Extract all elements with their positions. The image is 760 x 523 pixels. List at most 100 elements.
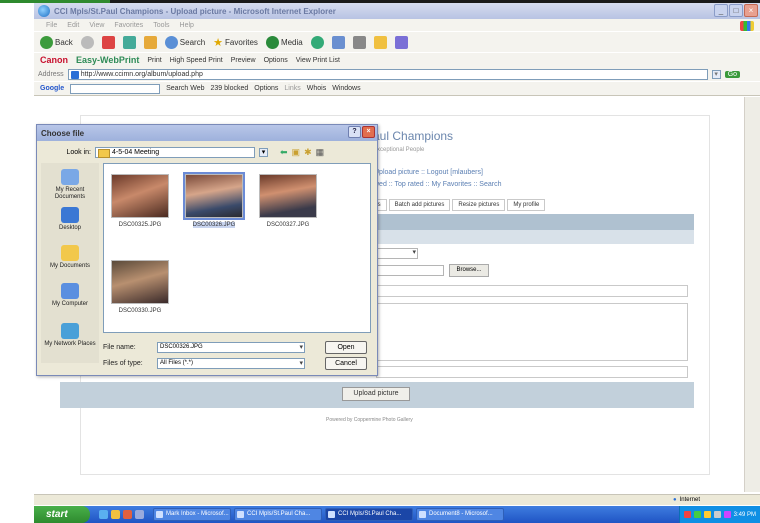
tray-icon[interactable] [723, 511, 731, 518]
cancel-button[interactable]: Cancel [325, 357, 367, 370]
folder-quicklaunch-icon[interactable] [111, 510, 120, 519]
tab-my-profile[interactable]: My profile [507, 199, 546, 211]
start-button[interactable]: start [34, 506, 90, 523]
status-zone: Internet [679, 497, 700, 503]
place-network[interactable]: My Network Places [41, 323, 99, 348]
task-cci-1[interactable]: CCI Mpls/St.Paul Cha... [234, 508, 322, 521]
canon-toolbar: Canon Easy-WebPrint Print High Speed Pri… [34, 53, 760, 67]
search-button[interactable]: Search [164, 35, 205, 49]
system-tray: 3:49 PM [678, 506, 760, 523]
open-button[interactable]: Open [325, 341, 367, 354]
window-title: CCI Mpls/St.Paul Champions - Upload pict… [54, 6, 336, 16]
place-recent[interactable]: My Recent Documents [41, 169, 99, 201]
whois-link[interactable]: Whois [307, 85, 326, 92]
tray-icon[interactable] [703, 511, 711, 518]
look-in-dropdown-icon[interactable]: ▾ [259, 148, 268, 157]
menu-help[interactable]: Help [180, 22, 194, 29]
task-cci-2-active[interactable]: CCI Mpls/St.Paul Cha... [325, 508, 413, 521]
refresh-icon[interactable] [122, 35, 136, 49]
google-search-input[interactable] [70, 83, 161, 94]
home-icon[interactable] [143, 35, 157, 49]
print-icon[interactable] [352, 35, 366, 49]
place-my-computer[interactable]: My Computer [41, 283, 99, 308]
description-textarea[interactable] [376, 303, 688, 361]
look-in-row: Look in: 4-5-04 Meeting ▾ ⬅ ▣ ✱ ▦ [47, 147, 324, 158]
network-places-icon [61, 323, 79, 339]
keywords-input[interactable] [376, 366, 688, 378]
easy-webprint-label[interactable]: Easy-WebPrint [76, 55, 139, 65]
file-thumbnail-selected[interactable]: DSC00326.JPG [183, 172, 245, 228]
choose-file-dialog: Choose file ? × Look in: 4-5-04 Meeting … [36, 124, 378, 376]
address-dropdown-icon[interactable]: ▾ [711, 69, 721, 79]
menu-edit[interactable]: Edit [67, 22, 79, 29]
popup-blocked-button[interactable]: 239 blocked [211, 85, 249, 92]
high-speed-print-button[interactable]: High Speed Print [170, 57, 223, 64]
album-select[interactable] [376, 248, 418, 259]
desktop-quicklaunch-icon[interactable] [135, 510, 144, 519]
minimize-button[interactable]: _ [714, 4, 728, 17]
dialog-help-button[interactable]: ? [348, 126, 361, 138]
nav-links-primary[interactable]: Upload picture :: Logout [mlaubers] [374, 169, 483, 176]
my-computer-icon [61, 283, 79, 299]
search-web-button[interactable]: Search Web [166, 85, 204, 92]
view-print-list-button[interactable]: View Print List [296, 57, 340, 64]
back-arrow-icon[interactable]: ⬅ [280, 147, 288, 158]
print-button[interactable]: Print [147, 57, 161, 64]
view-menu-icon[interactable]: ▦ [316, 147, 325, 158]
place-desktop[interactable]: Desktop [41, 207, 99, 232]
stop-icon[interactable] [101, 35, 115, 49]
picture-title-input[interactable] [376, 285, 688, 297]
file-type-select[interactable]: All Files (*.*) [157, 358, 305, 369]
new-folder-icon[interactable]: ✱ [304, 147, 312, 158]
nav-links-secondary[interactable]: wed :: Top rated :: My Favorites :: Sear… [374, 181, 501, 188]
history-icon[interactable] [310, 35, 324, 49]
mail-icon[interactable] [331, 35, 345, 49]
star-icon: ★ [213, 36, 224, 49]
up-folder-icon[interactable]: ▣ [292, 147, 301, 158]
media-icon [265, 35, 279, 49]
look-in-select[interactable]: 4-5-04 Meeting [95, 147, 255, 158]
menu-file[interactable]: File [46, 22, 57, 29]
browse-button[interactable]: Browse... [449, 264, 489, 277]
address-input[interactable]: http://www.ccimn.org/album/upload.php [67, 68, 708, 80]
close-button[interactable]: × [744, 4, 758, 17]
desktop-icon [61, 207, 79, 223]
canon-options-button[interactable]: Options [264, 57, 288, 64]
vertical-scrollbar[interactable] [744, 97, 760, 492]
windows-link[interactable]: Windows [332, 85, 360, 92]
tray-icon[interactable] [713, 511, 721, 518]
tray-icon[interactable] [683, 511, 691, 518]
preview-button[interactable]: Preview [231, 57, 256, 64]
forward-button[interactable] [80, 35, 94, 49]
tab-batch-add[interactable]: Batch add pictures [388, 199, 451, 211]
menu-favorites[interactable]: Favorites [114, 22, 143, 29]
file-thumbnail[interactable]: DSC00327.JPG [258, 174, 318, 228]
media-button[interactable]: Media [265, 35, 303, 49]
google-options-button[interactable]: Options [254, 85, 278, 92]
upload-picture-button[interactable]: Upload picture [342, 387, 410, 401]
places-bar: My Recent Documents Desktop My Documents… [41, 163, 99, 363]
favorites-button[interactable]: ★ Favorites [213, 36, 258, 49]
go-button[interactable]: Go [724, 70, 741, 78]
messenger-icon[interactable] [394, 35, 408, 49]
tray-icon[interactable] [693, 511, 701, 518]
ie-quicklaunch-icon[interactable] [99, 510, 108, 519]
folder-icon[interactable] [373, 35, 387, 49]
place-my-documents[interactable]: My Documents [41, 245, 99, 270]
file-name-input[interactable]: DSC00326.JPG [157, 342, 305, 353]
ie-icon [38, 5, 50, 17]
task-inbox[interactable]: Mark Inbox - Microsof... [153, 508, 231, 521]
file-thumbnail[interactable]: DSC00330.JPG [110, 260, 170, 314]
tab-resize[interactable]: Resize pictures [452, 199, 506, 211]
maximize-button[interactable]: □ [729, 4, 743, 17]
menu-view[interactable]: View [89, 22, 104, 29]
dialog-close-button[interactable]: × [362, 126, 375, 138]
task-document8[interactable]: Document8 - Microsof... [416, 508, 504, 521]
back-button[interactable]: Back [40, 35, 73, 49]
google-logo[interactable]: Google [40, 85, 64, 92]
file-path-input[interactable] [376, 265, 444, 276]
outlook-quicklaunch-icon[interactable] [123, 510, 132, 519]
menu-tools[interactable]: Tools [153, 22, 169, 29]
status-bar: ● Internet [34, 494, 760, 505]
file-thumbnail[interactable]: DSC00325.JPG [110, 174, 170, 228]
